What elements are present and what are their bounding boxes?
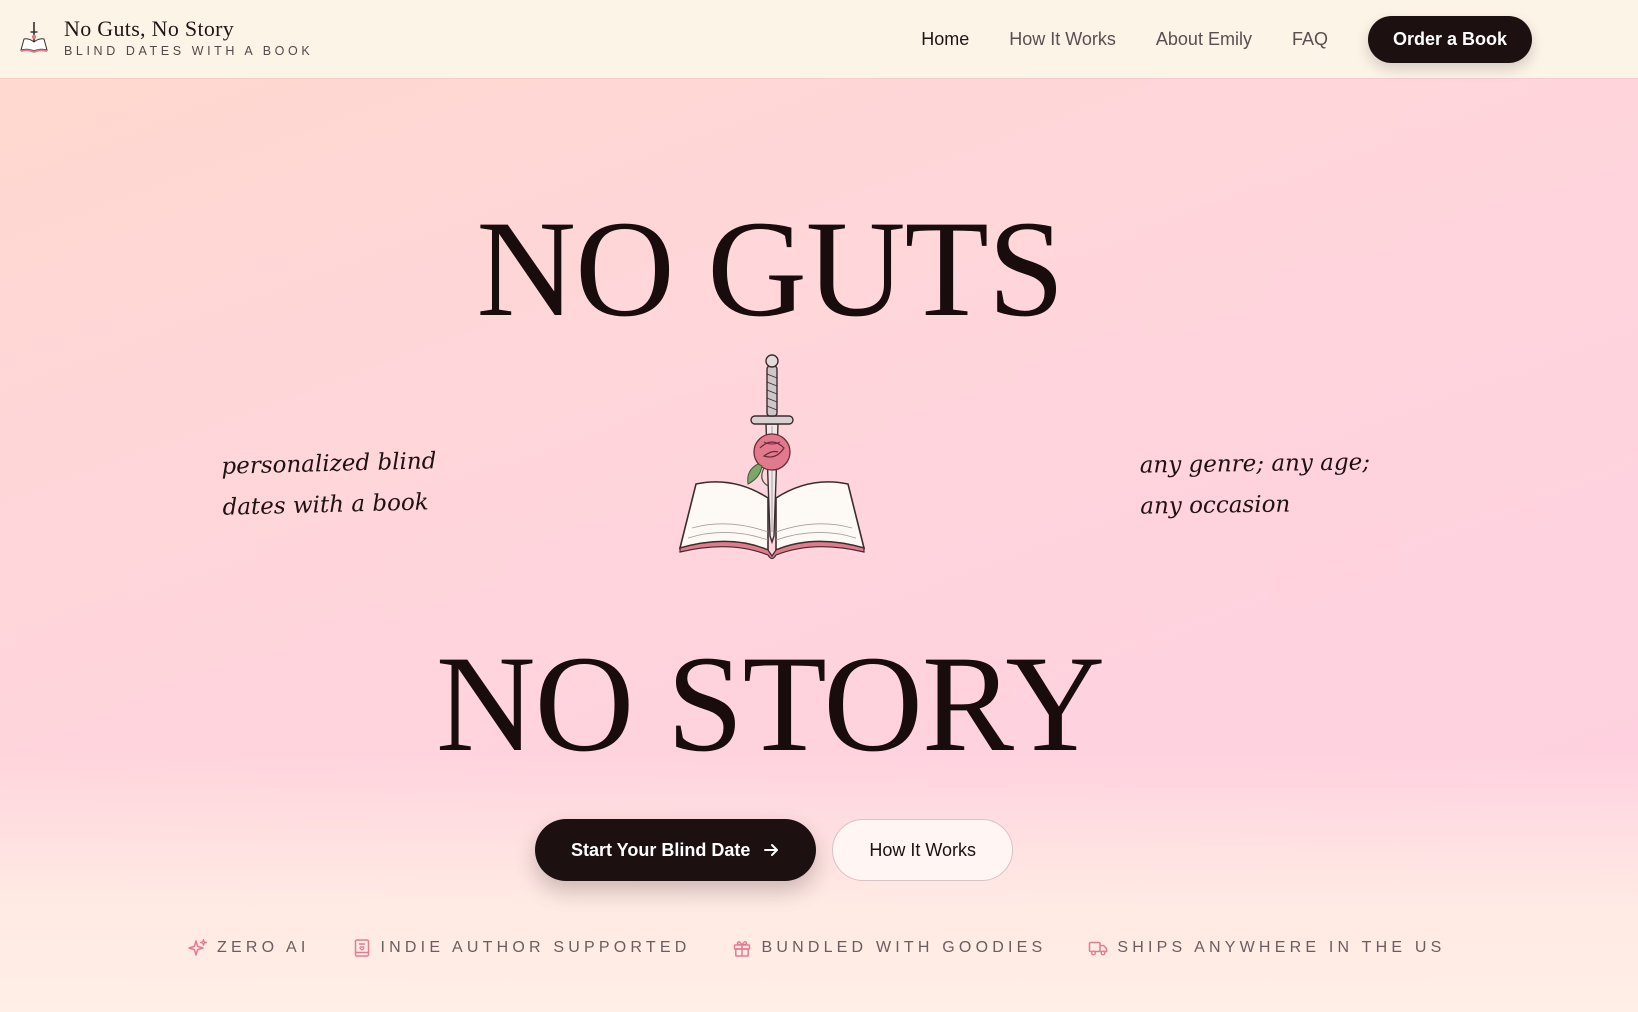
tagline-left-line-1: personalized blind bbox=[221, 448, 437, 480]
hero-title-line-2: NO STORY bbox=[435, 627, 1105, 780]
brand-home-link[interactable]: No Guts, No Story BLIND DATES WITH A BOO… bbox=[18, 18, 313, 58]
feature-strip: ZERO AI INDIE AUTHOR SUPPORTED BUNDLED W… bbox=[188, 938, 1487, 958]
feature-item-goodies: BUNDLED WITH GOODIES bbox=[732, 938, 1046, 958]
tagline-right-line-2: any occasion bbox=[1140, 491, 1291, 520]
feature-item-zero-ai: ZERO AI bbox=[188, 938, 310, 958]
tagline-left-line-2: dates with a book bbox=[222, 489, 430, 521]
feature-label: ZERO AI bbox=[217, 939, 310, 956]
brand-subtitle: BLIND DATES WITH A BOOK bbox=[64, 44, 314, 58]
nav-link-about-emily[interactable]: About Emily bbox=[1156, 29, 1252, 50]
tagline-right-line-1: any genre; any age; bbox=[1139, 449, 1371, 479]
brand-text: No Guts, No Story BLIND DATES WITH A BOO… bbox=[64, 18, 313, 58]
start-blind-date-button[interactable]: Start Your Blind Date bbox=[535, 819, 817, 881]
nav-links: Home How It Works About Emily FAQ Order … bbox=[921, 0, 1532, 78]
hero-title-line-1: NO GUTS bbox=[476, 192, 1064, 345]
feature-label: BUNDLED WITH GOODIES bbox=[761, 939, 1047, 956]
tagline-left: personalized blind dates with a book bbox=[221, 441, 438, 529]
how-it-works-button[interactable]: How It Works bbox=[832, 819, 1014, 881]
feature-item-indie-author: INDIE AUTHOR SUPPORTED bbox=[352, 938, 691, 958]
gift-icon bbox=[734, 941, 751, 957]
sparkles-icon bbox=[188, 938, 208, 956]
truck-icon bbox=[1089, 941, 1108, 956]
feature-label: SHIPS ANYWHERE IN THE US bbox=[1117, 939, 1446, 956]
hero-cta-group: Start Your Blind Date How It Works bbox=[535, 819, 1014, 881]
start-blind-date-label: Start Your Blind Date bbox=[571, 839, 751, 860]
nav-link-home[interactable]: Home bbox=[921, 29, 969, 50]
order-book-button[interactable]: Order a Book bbox=[1367, 15, 1532, 63]
brand-title: No Guts, No Story bbox=[64, 16, 235, 41]
book-dagger-icon bbox=[20, 21, 48, 53]
feature-label: INDIE AUTHOR SUPPORTED bbox=[380, 939, 691, 956]
background-fade bbox=[0, 752, 1638, 1012]
dagger-rose-open-book-icon bbox=[678, 354, 866, 560]
feature-item-shipping: SHIPS ANYWHERE IN THE US bbox=[1088, 938, 1445, 958]
tagline-right: any genre; any age; any occasion bbox=[1139, 442, 1371, 527]
book-icon bbox=[354, 939, 369, 957]
arrow-right-icon bbox=[764, 844, 779, 856]
nav-link-faq[interactable]: FAQ bbox=[1292, 29, 1328, 50]
nav-link-how-it-works[interactable]: How It Works bbox=[1009, 29, 1116, 50]
top-navbar: No Guts, No Story BLIND DATES WITH A BOO… bbox=[0, 0, 1638, 78]
